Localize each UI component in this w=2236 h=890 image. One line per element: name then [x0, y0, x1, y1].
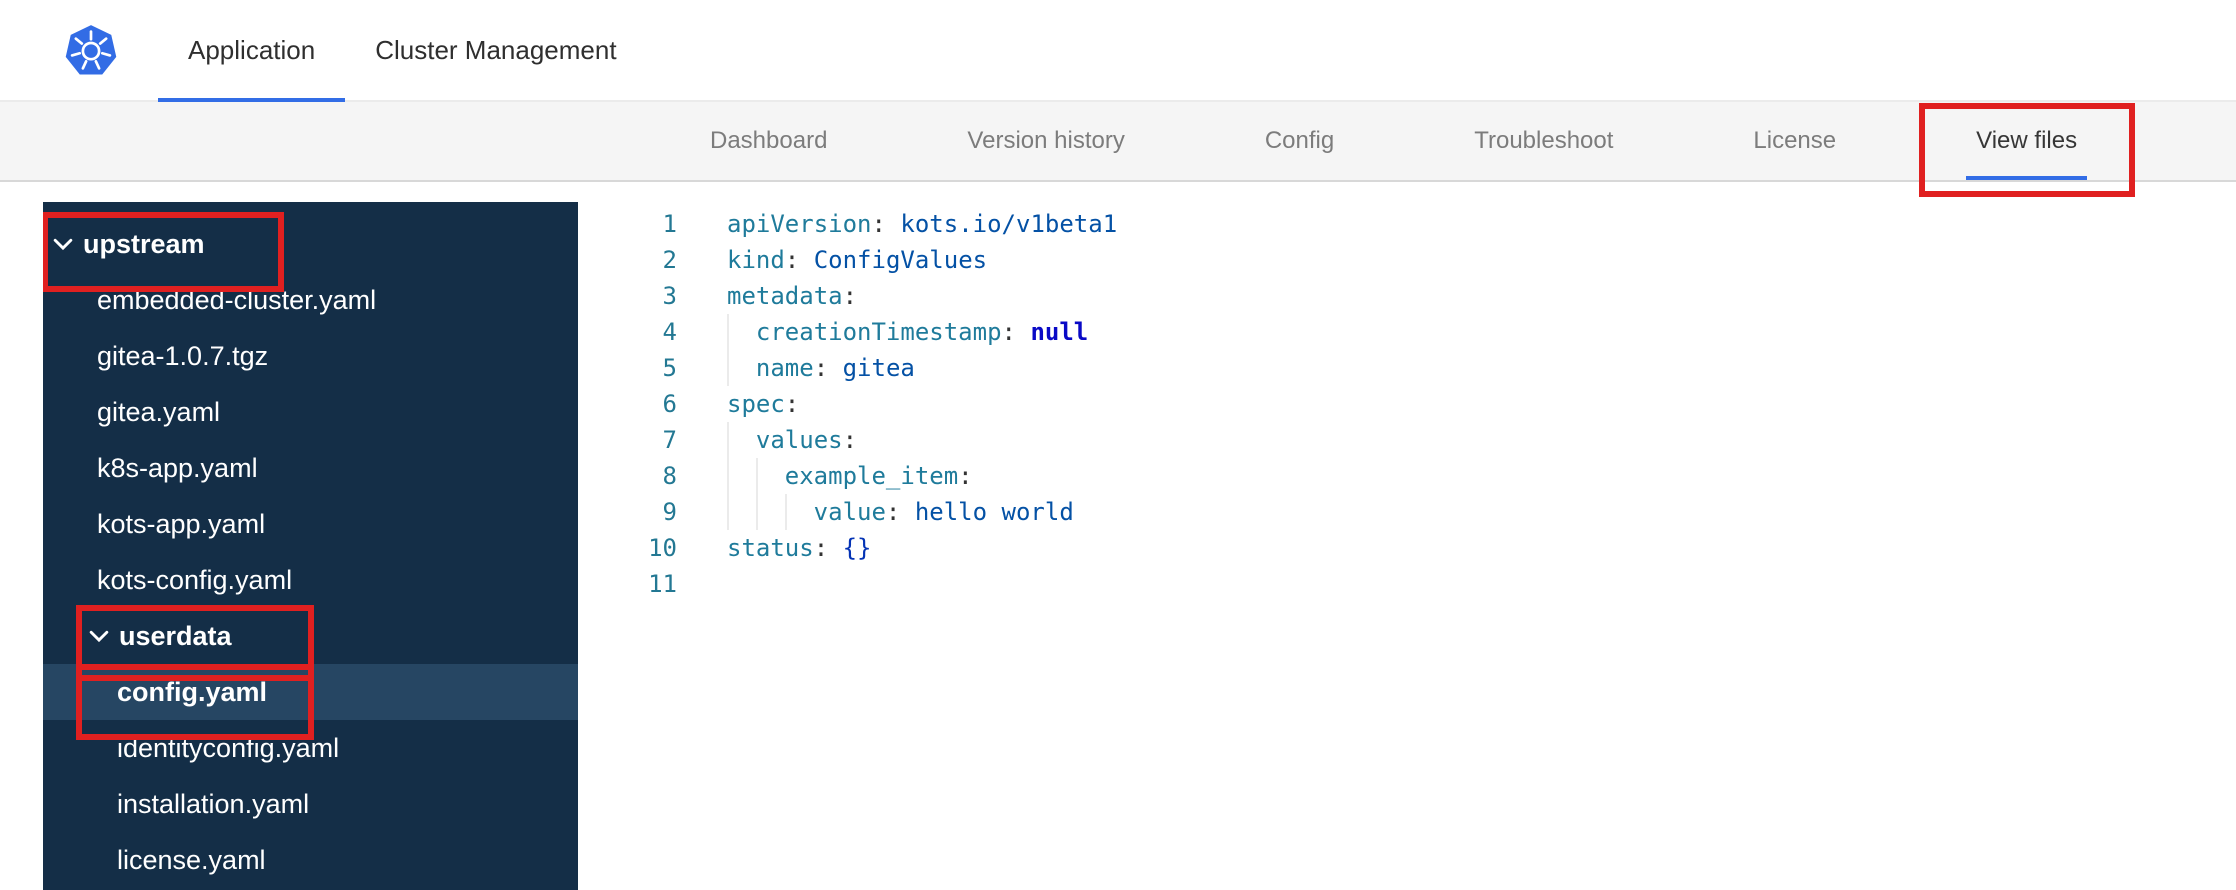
file-tree-sidebar: upstream embedded-cluster.yaml gitea-1.0.7…: [43, 202, 578, 890]
code-line-7[interactable]: 7 values:: [578, 422, 2236, 458]
code-line-4[interactable]: 4 creationTimestamp: null: [578, 314, 2236, 350]
code-text: status: {}: [727, 534, 872, 562]
code-line-1[interactable]: 1 apiVersion: kots.io/v1beta1: [578, 206, 2236, 242]
kubernetes-wheel-icon: [65, 25, 117, 75]
indent-guide: [784, 494, 814, 530]
tree-item-kots-app-yaml[interactable]: kots-app.yaml: [43, 496, 578, 552]
code-line-2[interactable]: 2 kind: ConfigValues: [578, 242, 2236, 278]
code-text: value: hello world: [677, 494, 1074, 530]
tree-item-license-yaml[interactable]: license.yaml: [43, 832, 578, 888]
indent-guide: [755, 494, 785, 530]
folder-label: userdata: [119, 620, 232, 651]
file-label: gitea-1.0.7.tgz: [97, 340, 269, 371]
file-label: gitea.yaml: [97, 396, 221, 427]
file-label: embedded-cluster.yaml: [97, 284, 377, 315]
tree-item-gitea-yaml[interactable]: gitea.yaml: [43, 384, 578, 440]
kubernetes-logo[interactable]: [64, 23, 118, 77]
line-number: 6: [662, 390, 677, 418]
yaml-editor[interactable]: 1 apiVersion: kots.io/v1beta1 2 kind: Confi…: [578, 182, 2236, 890]
file-label: identityconfig.yaml: [117, 732, 340, 763]
file-tree: upstream embedded-cluster.yaml gitea-1.0.7…: [43, 212, 578, 888]
folder-label: upstream: [83, 228, 205, 259]
indent-guide: [727, 350, 756, 386]
chevron-down-icon: [89, 630, 109, 642]
subnav-tabs: Dashboard Version history Config Troublesho…: [710, 102, 2236, 180]
code-line-11[interactable]: 11: [578, 566, 2236, 602]
tree-item-embedded-cluster-yaml[interactable]: embedded-cluster.yaml: [43, 272, 578, 328]
code-text: kind: ConfigValues: [727, 246, 988, 274]
line-number: 3: [662, 282, 677, 310]
tree-item-gitea-1-0-7-tgz[interactable]: gitea-1.0.7.tgz: [43, 328, 578, 384]
tree-item-userdata[interactable]: userdata: [43, 605, 578, 681]
subnav-tab-dashboard[interactable]: Dashboard: [710, 102, 827, 180]
header-tab-application[interactable]: Application: [158, 0, 346, 102]
app-subnav: Dashboard Version history Config Troublesho…: [0, 102, 2236, 182]
code-line-8[interactable]: 8 example_item:: [578, 458, 2236, 494]
code-text: values:: [677, 422, 857, 458]
tree-item-config-yaml[interactable]: config.yaml: [43, 664, 578, 740]
subnav-tab-view-files[interactable]: View files: [1966, 102, 2088, 180]
code-line-9[interactable]: 9 value: hello world: [578, 494, 2236, 530]
tree-item-k8s-app-yaml[interactable]: k8s-app.yaml: [43, 440, 578, 496]
header-tab-cluster-management[interactable]: Cluster Management: [345, 0, 646, 100]
code-line-10[interactable]: 10 status: {}: [578, 530, 2236, 566]
file-label: kots-config.yaml: [97, 564, 293, 595]
editor-lines: 1 apiVersion: kots.io/v1beta1 2 kind: Confi…: [578, 206, 2236, 602]
code-text: spec:: [727, 390, 800, 418]
app-header: Application Cluster Management: [0, 0, 2236, 102]
line-number: 2: [662, 246, 677, 274]
tree-item-kots-config-yaml[interactable]: kots-config.yaml: [43, 552, 578, 608]
header-tabs: Application Cluster Management: [158, 0, 647, 102]
line-number: 7: [662, 426, 677, 454]
line-number: 11: [648, 570, 677, 598]
file-label: k8s-app.yaml: [97, 452, 258, 483]
subnav-tab-version-history[interactable]: Version history: [967, 102, 1124, 180]
indent-guide: [727, 494, 756, 530]
subnav-tab-config[interactable]: Config: [1265, 102, 1334, 180]
subnav-tab-license[interactable]: License: [1753, 102, 1836, 180]
code-line-5[interactable]: 5 name: gitea: [578, 350, 2236, 386]
tree-item-upstream[interactable]: upstream: [43, 212, 578, 292]
line-number: 8: [662, 462, 677, 490]
line-number: 1: [662, 210, 677, 238]
file-label: kots-app.yaml: [97, 508, 266, 539]
line-number: 9: [662, 498, 677, 526]
code-text: metadata:: [727, 282, 858, 310]
file-label: config.yaml: [117, 676, 268, 707]
file-label: installation.yaml: [117, 788, 310, 819]
indent-guide: [727, 314, 756, 350]
subnav-tab-troubleshoot[interactable]: Troubleshoot: [1474, 102, 1613, 180]
line-number: 10: [648, 534, 677, 562]
indent-guide: [727, 422, 756, 458]
indent-guide: [755, 458, 785, 494]
line-number: 5: [662, 354, 677, 382]
file-label: license.yaml: [117, 844, 266, 875]
code-line-6[interactable]: 6 spec:: [578, 386, 2236, 422]
indent-guide: [727, 458, 756, 494]
tree-item-installation-yaml[interactable]: installation.yaml: [43, 776, 578, 832]
code-text: apiVersion: kots.io/v1beta1: [727, 210, 1118, 238]
chevron-down-icon: [53, 238, 73, 250]
code-line-3[interactable]: 3 metadata:: [578, 278, 2236, 314]
code-text: example_item:: [677, 458, 973, 494]
line-number: 4: [662, 318, 677, 346]
code-text: creationTimestamp: null: [677, 314, 1088, 350]
tree-item-identityconfig-yaml[interactable]: identityconfig.yaml: [43, 720, 578, 776]
code-text: name: gitea: [677, 350, 915, 386]
